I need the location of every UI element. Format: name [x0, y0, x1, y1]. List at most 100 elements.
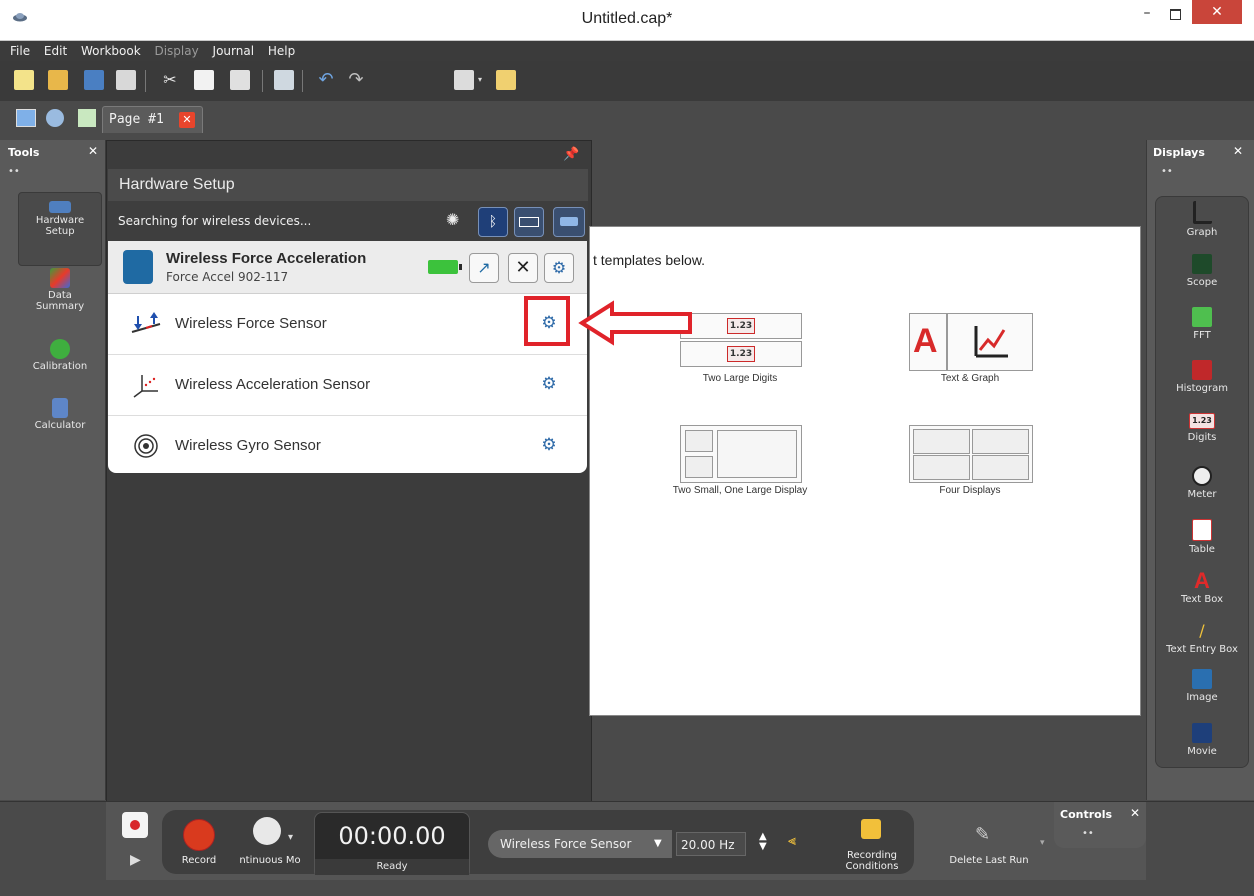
- display-digits[interactable]: 1.23 Digits: [1156, 413, 1248, 443]
- display-fft[interactable]: FFT: [1156, 307, 1248, 341]
- menu-help[interactable]: Help: [268, 41, 295, 61]
- page-thumbnail-icon[interactable]: [78, 109, 96, 127]
- device-row[interactable]: Wireless Force Acceleration Force Accel …: [108, 241, 587, 294]
- rate-stepper-icon[interactable]: ▲ ▼: [759, 832, 767, 852]
- menu-edit[interactable]: Edit: [44, 41, 67, 61]
- text-glyph: A: [913, 322, 938, 360]
- display-text-box[interactable]: A Text Box: [1156, 570, 1248, 606]
- print-icon[interactable]: [116, 70, 136, 90]
- mode-dropdown-icon[interactable]: ▾: [288, 832, 293, 843]
- menu-file[interactable]: File: [10, 41, 30, 61]
- display-graph[interactable]: Graph: [1156, 201, 1248, 238]
- playback-icon[interactable]: ▶: [130, 852, 141, 868]
- title-bar: Untitled.cap* – ✕: [0, 0, 1254, 41]
- sensor-row-force[interactable]: Wireless Force Sensor ⚙: [108, 294, 587, 355]
- usb-button[interactable]: [553, 207, 585, 237]
- new-file-icon[interactable]: [14, 70, 34, 90]
- timer-value: 00:00.00: [338, 822, 446, 850]
- delete-last-run-label: Delete Last Run: [949, 855, 1029, 866]
- toolbar-separator: [145, 70, 146, 92]
- undo-icon[interactable]: ↶: [316, 70, 336, 90]
- interface-icon: [519, 217, 539, 227]
- calculator-icon: [52, 398, 68, 418]
- mode-label: ntinuous Mo: [239, 855, 301, 866]
- tab-page-1[interactable]: Page #1 ✕: [102, 106, 203, 133]
- settings-gear-icon[interactable]: [46, 109, 64, 127]
- interface-button[interactable]: [514, 207, 544, 237]
- template-two-small-one-large[interactable]: [680, 425, 802, 483]
- close-tab-icon[interactable]: ✕: [179, 112, 195, 128]
- device-id: Force Accel 902-117: [166, 270, 289, 284]
- gear-icon[interactable]: ⚙: [540, 436, 558, 454]
- display-text-entry-box[interactable]: / Text Entry Box: [1156, 621, 1248, 655]
- pin-icon[interactable]: 📌: [563, 147, 579, 162]
- controls-panel-tab: Controls ✕ ••: [1054, 802, 1146, 848]
- device-settings-button[interactable]: ⚙: [544, 253, 574, 283]
- record-mode-button[interactable]: [122, 812, 148, 838]
- tool-calibration[interactable]: Calibration: [18, 339, 102, 372]
- open-folder-icon[interactable]: [48, 70, 68, 90]
- minimize-button[interactable]: –: [1134, 2, 1160, 26]
- tool-label: Hardware Setup: [35, 215, 85, 237]
- delete-last-run-icon[interactable]: ✎: [975, 824, 995, 845]
- camera-dropdown-icon[interactable]: ▾: [478, 75, 486, 84]
- gyro-sensor-icon: [134, 434, 158, 458]
- menu-journal[interactable]: Journal: [213, 41, 255, 61]
- template-text-and-graph-text[interactable]: A: [909, 313, 947, 371]
- copy-icon[interactable]: [194, 70, 214, 90]
- template-two-large-digits[interactable]: 1.23: [680, 313, 802, 339]
- delete-icon[interactable]: [274, 70, 294, 90]
- page-view-icon[interactable]: [16, 109, 36, 127]
- maximize-button[interactable]: [1162, 2, 1188, 26]
- record-label: Record: [181, 855, 217, 866]
- panel-grip-icon[interactable]: ••: [1082, 828, 1094, 839]
- tool-calculator[interactable]: Calculator: [18, 398, 102, 431]
- recording-conditions-icon[interactable]: [861, 819, 881, 839]
- sampling-mode-button[interactable]: [253, 817, 281, 845]
- display-movie[interactable]: Movie: [1156, 723, 1248, 757]
- bluetooth-button[interactable]: ᛒ: [478, 207, 508, 237]
- panel-grip-icon[interactable]: ••: [8, 166, 20, 177]
- wireless-device-icon: [123, 250, 153, 284]
- display-image[interactable]: Image: [1156, 669, 1248, 703]
- snapshot-gallery-icon[interactable]: [496, 70, 516, 90]
- tool-data-summary[interactable]: Data Summary: [18, 268, 102, 312]
- sensor-label: Wireless Acceleration Sensor: [175, 376, 371, 393]
- rate-adjust-icon[interactable]: ⫷: [788, 833, 808, 853]
- tab-label: Page #1: [109, 112, 164, 127]
- close-displays-icon[interactable]: ✕: [1233, 144, 1243, 158]
- save-icon[interactable]: [84, 70, 104, 90]
- display-table[interactable]: Table: [1156, 519, 1248, 555]
- display-scope[interactable]: Scope: [1156, 254, 1248, 288]
- maximize-icon: [1169, 9, 1181, 20]
- close-window-button[interactable]: ✕: [1192, 0, 1242, 24]
- paste-icon[interactable]: [230, 70, 250, 90]
- disconnect-button[interactable]: ✕: [508, 253, 538, 283]
- gear-icon[interactable]: ⚙: [540, 375, 558, 393]
- record-button[interactable]: [183, 819, 215, 851]
- template-two-large-digits-lower[interactable]: 1.23: [680, 341, 802, 367]
- cut-icon[interactable]: ✂: [160, 70, 180, 90]
- device-list: Wireless Force Acceleration Force Accel …: [108, 241, 587, 473]
- sample-rate-field[interactable]: 20.00 Hz: [676, 832, 746, 856]
- display-meter[interactable]: Meter: [1156, 466, 1248, 500]
- template-four-displays[interactable]: [909, 425, 1033, 483]
- menu-display[interactable]: Display: [154, 41, 198, 61]
- delete-dropdown-icon[interactable]: ▾: [1040, 838, 1045, 848]
- redo-icon[interactable]: ↷: [346, 70, 366, 90]
- displays-tray: Graph Scope FFT Histogram 1.23 Digits Me…: [1155, 196, 1249, 768]
- tool-hardware-setup[interactable]: Hardware Setup: [18, 192, 102, 266]
- template-text-and-graph-graph[interactable]: [947, 313, 1033, 371]
- wireless-search-bar: Searching for wireless devices... ✺ ᛒ: [108, 201, 588, 241]
- close-tools-icon[interactable]: ✕: [88, 144, 98, 158]
- sensor-select[interactable]: Wireless Force Sensor ▼: [488, 830, 672, 858]
- camera-icon[interactable]: [454, 70, 474, 90]
- panel-grip-icon[interactable]: ••: [1161, 166, 1173, 177]
- menu-workbook[interactable]: Workbook: [81, 41, 141, 61]
- template-label: Two Large Digits: [702, 373, 778, 384]
- close-controls-icon[interactable]: ✕: [1130, 806, 1140, 820]
- signal-button[interactable]: ↗: [469, 253, 499, 283]
- display-histogram[interactable]: Histogram: [1156, 360, 1248, 394]
- sensor-row-gyro[interactable]: Wireless Gyro Sensor ⚙: [108, 416, 587, 476]
- sensor-row-acceleration[interactable]: Wireless Acceleration Sensor ⚙: [108, 355, 587, 416]
